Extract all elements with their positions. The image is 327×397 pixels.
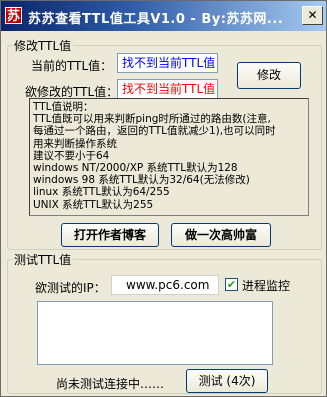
modify-ttl-legend: 修改TTL值	[14, 39, 72, 53]
dance-button[interactable]: 做一次高帅富	[171, 223, 271, 247]
test-button[interactable]: 测试 (4次)	[186, 369, 268, 393]
ttl-info-box: TTL值说明： TTL值既可以用来判断ping时所通过的路由数(注意, 每通过一…	[29, 98, 309, 216]
title-bar[interactable]: 苏 苏苏查看TTL值工具V1.0 - By:苏苏网... ✕	[1, 1, 326, 31]
info-line: windows 98 系统TTL默认为32/64(无法修改)	[33, 174, 250, 187]
ip-input[interactable]: www.pc6.com	[111, 275, 219, 295]
current-ttl-field[interactable]: 找不到当前TTL值	[117, 53, 218, 73]
info-line: TTL值说明：	[33, 101, 94, 113]
test-status-text: 尚未测试连接中……	[56, 377, 165, 391]
info-line: TTL值既可以用来判断ping时所通过的路由数(注意,	[33, 113, 271, 126]
desired-ttl-field[interactable]: 找不到当前TTL值	[117, 79, 218, 99]
test-ttl-legend: 测试TTL值	[14, 253, 72, 267]
open-blog-button[interactable]: 打开作者博客	[61, 223, 159, 247]
modify-button[interactable]: 修改	[237, 62, 301, 89]
process-monitor-checkbox[interactable]: ✔	[225, 278, 238, 291]
info-line: UNIX 系统TTL默认为255	[33, 198, 154, 211]
test-output-area[interactable]	[37, 301, 273, 365]
current-ttl-label: 当前的TTL值：	[31, 59, 113, 73]
main-window: 苏 苏苏查看TTL值工具V1.0 - By:苏苏网... ✕ 修改TTL值 当前…	[0, 0, 327, 397]
app-icon: 苏	[5, 7, 22, 24]
info-line: windows NT/2000/XP 系统TTL默认为128	[33, 162, 238, 175]
info-line: 用来判断操作系统	[33, 137, 117, 150]
info-line: 建议不要小于64	[33, 149, 110, 162]
window-title: 苏苏查看TTL值工具V1.0 - By:苏苏网...	[28, 12, 284, 27]
ip-label: 欲测试的IP：	[35, 281, 106, 295]
info-line: 每通过一个路由，返回的TTL值就减少1),也可以同时	[33, 125, 276, 138]
close-button[interactable]: ✕	[302, 6, 323, 25]
process-monitor-label[interactable]: 进程监控	[242, 277, 290, 294]
info-line: linux 系统TTL默认为64/255	[33, 186, 170, 199]
